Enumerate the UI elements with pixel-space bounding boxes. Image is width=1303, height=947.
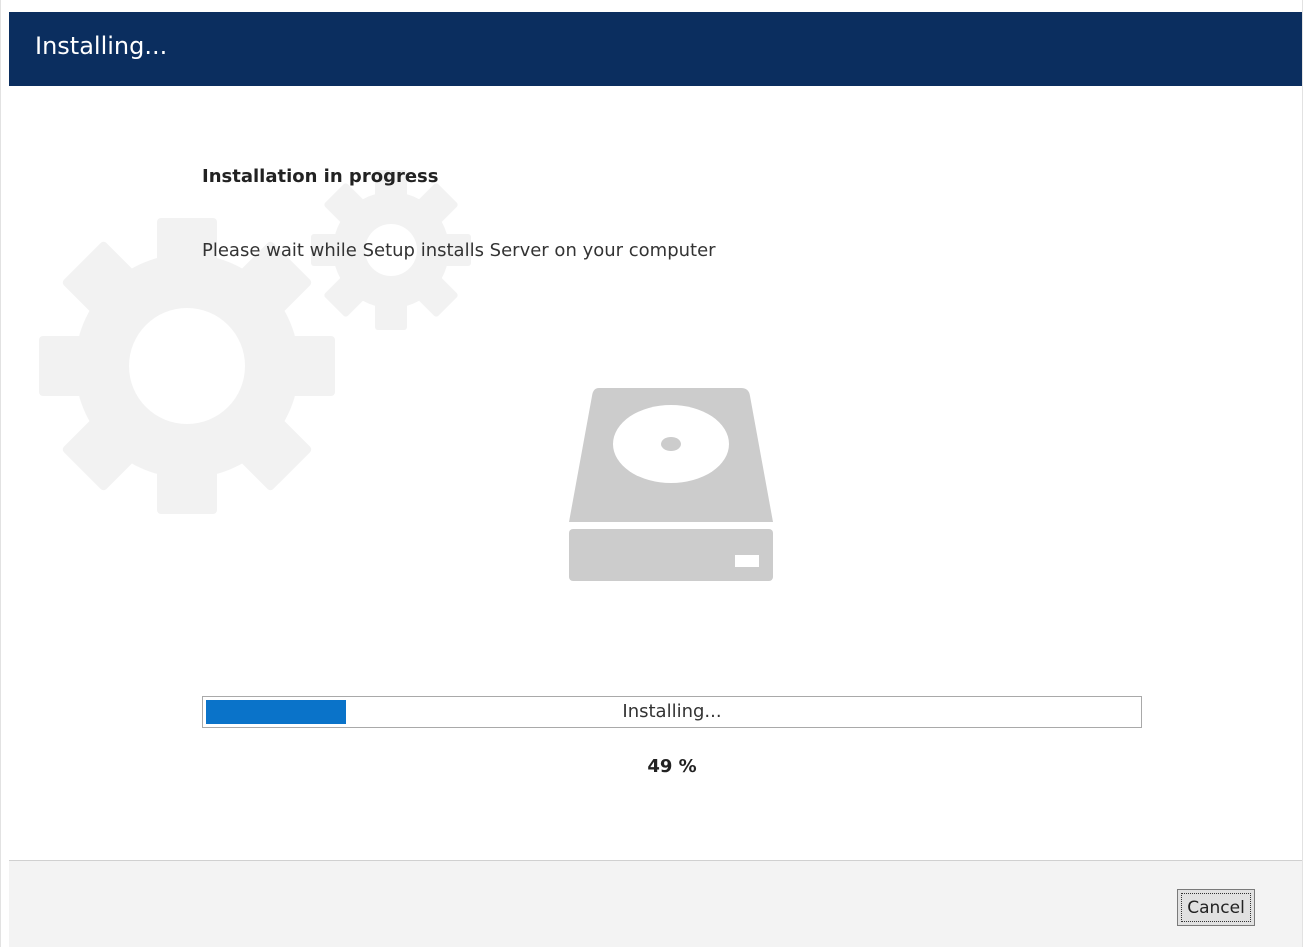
installation-description: Please wait while Setup installs Server … (202, 240, 716, 261)
installation-heading: Installation in progress (202, 166, 439, 187)
cancel-button[interactable]: Cancel (1177, 889, 1255, 926)
gears-icon (39, 170, 471, 514)
title-bar: Installing... (9, 12, 1302, 86)
progress-label: Installing... (622, 701, 722, 722)
window-top-edge (1, 0, 1302, 12)
hard-drive-icon (569, 388, 773, 581)
install-progress-bar: Installing... (202, 696, 1142, 728)
footer-bar: Cancel (9, 860, 1302, 947)
progress-percent: 49 % (647, 756, 697, 777)
installer-window: Installing... Installation in progress P… (0, 0, 1303, 947)
cancel-button-label: Cancel (1181, 893, 1251, 922)
content-area: Installation in progress Please wait whi… (9, 86, 1302, 860)
window-title: Installing... (35, 32, 168, 60)
